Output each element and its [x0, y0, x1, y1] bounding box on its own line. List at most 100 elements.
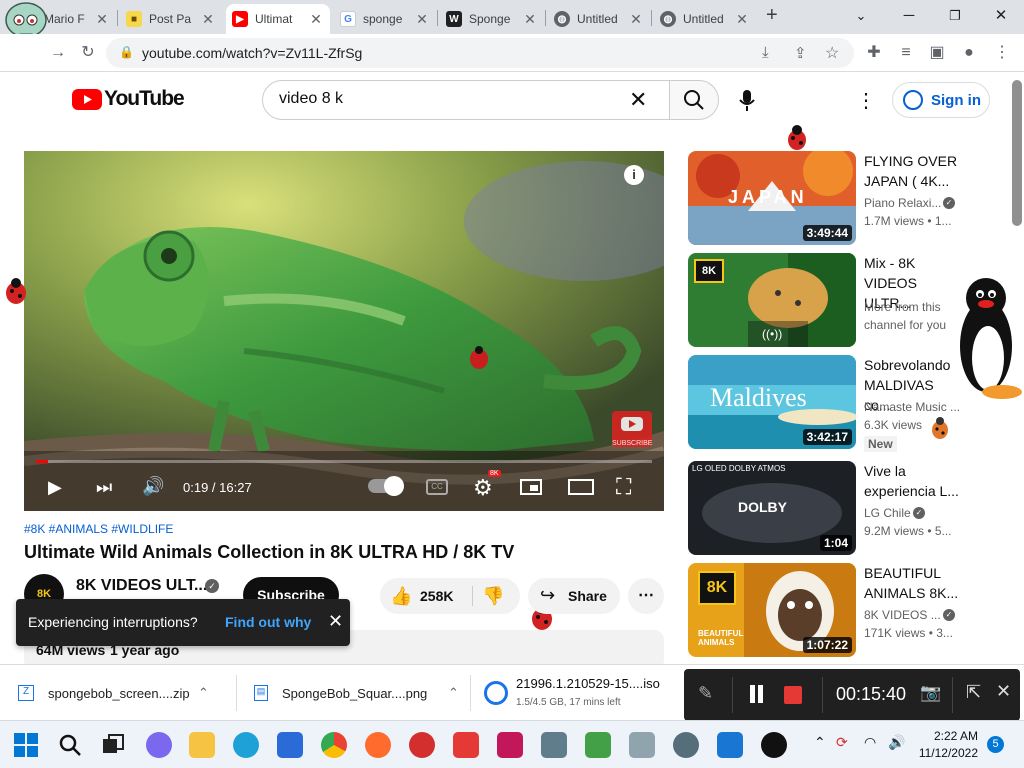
settings-menu-icon[interactable]: ⋮ [856, 88, 876, 113]
next-icon[interactable]: ⏭ [96, 477, 112, 498]
channel-name[interactable]: 8K VIDEOS ULT... [76, 577, 207, 595]
recommendation-item[interactable]: Maldives 3:42:17 Sobrevolando MALDIVAS c… [688, 355, 988, 452]
photos-app-icon[interactable] [629, 732, 655, 758]
forward-icon[interactable]: → [46, 41, 70, 65]
progress-bar[interactable] [36, 460, 652, 463]
dismiss-toast-icon[interactable]: ✕ [328, 611, 343, 632]
profile-icon[interactable]: ● [957, 41, 981, 65]
voice-search-icon[interactable] [736, 88, 758, 112]
install-icon[interactable]: ⤓ [762, 44, 769, 61]
youtube-logo-text[interactable]: YouTube [104, 87, 185, 111]
clock-time[interactable]: 2:22 AM [924, 729, 978, 743]
recommendation-item[interactable]: 8K ((•)) Mix - 8K VIDEOS ULTR... More fr… [688, 253, 988, 347]
share-page-icon[interactable]: ⇪ [794, 44, 807, 62]
extensions-icon[interactable]: ✚ [862, 41, 886, 65]
tray-overflow-icon[interactable]: ⌃ [814, 734, 826, 751]
thumbnail[interactable]: LG OLED DOLBY ATMOS DOLBY 1:04 [688, 461, 856, 555]
thumbnail[interactable]: 8K BEAUTIFUL ANIMALS 1:07:22 [688, 563, 856, 657]
new-tab-icon[interactable]: + [766, 4, 778, 27]
stop-record-icon[interactable] [784, 686, 802, 704]
tab-search-icon[interactable]: ⌄ [838, 0, 884, 32]
tray-wifi-icon[interactable]: ◠ [864, 734, 876, 751]
download-item[interactable]: ▤ SpongeBob_Squar....png ⌃ [254, 665, 470, 721]
recommendation-item[interactable]: JAPAN 3:49:44 FLYING OVER JAPAN ( 4K... … [688, 151, 988, 245]
edge-icon[interactable] [233, 732, 259, 758]
tab-sponge-google[interactable]: G sponge ✕ [334, 4, 436, 34]
settings-icon[interactable] [673, 732, 699, 758]
firefox-icon[interactable] [365, 732, 391, 758]
thumbnail[interactable]: JAPAN 3:49:44 [688, 151, 856, 245]
download-name[interactable]: 21996.1.210529-15....iso [516, 676, 660, 691]
bookmark-star-icon[interactable]: ☆ [825, 43, 839, 63]
play-icon[interactable]: ▶ [48, 477, 62, 498]
pen-icon[interactable]: ✎ [698, 683, 713, 704]
notification-badge[interactable]: 5 [987, 736, 1004, 753]
close-tab-icon[interactable]: ✕ [628, 11, 644, 27]
close-recorder-icon[interactable]: ✕ [996, 681, 1011, 702]
find-out-why-link[interactable]: Find out why [225, 614, 311, 630]
like-count[interactable]: 258K [420, 588, 453, 604]
tray-volume-icon[interactable]: 🔊 [888, 734, 905, 751]
tab-post-pa[interactable]: ■ Post Pa ✕ [120, 4, 222, 34]
reload-icon[interactable]: ↻ [76, 41, 100, 65]
recorder-app-icon[interactable] [453, 732, 479, 758]
clock-date[interactable]: 11/12/2022 [918, 746, 978, 760]
file-explorer-icon[interactable] [189, 732, 215, 758]
autoplay-toggle[interactable] [368, 476, 404, 496]
maximize-icon[interactable]: ❐ [932, 0, 978, 32]
tray-sync-icon[interactable]: ⟳ [836, 734, 848, 751]
store-icon[interactable] [277, 732, 303, 758]
video-player[interactable]: i SUBSCRIBE ▶ ⏭ 🔊 0:19 / 16:27 CC ⚙ 8K ⛶ [24, 151, 664, 511]
close-tab-icon[interactable]: ✕ [94, 11, 110, 27]
docs-app-icon[interactable] [585, 732, 611, 758]
recommendation-item[interactable]: 8K BEAUTIFUL ANIMALS 1:07:22 BEAUTIFUL A… [688, 563, 988, 657]
close-window-icon[interactable]: ✕ [978, 0, 1024, 32]
chrome-icon[interactable] [321, 732, 347, 758]
more-actions-icon[interactable]: ⋯ [628, 578, 664, 614]
chat-icon[interactable] [146, 732, 172, 758]
search-input[interactable]: video 8 k ✕ [262, 80, 670, 120]
dislike-icon[interactable]: 👎 [482, 586, 504, 607]
video-hashtags[interactable]: #8K #ANIMALS #WILDLIFE [24, 522, 173, 536]
task-view-icon[interactable] [100, 732, 126, 758]
media-app-icon[interactable] [497, 732, 523, 758]
pingu-app-icon[interactable] [761, 732, 787, 758]
download-menu-chevron-icon[interactable]: ⌃ [448, 685, 459, 701]
thumbnail[interactable]: 8K ((•)) [688, 253, 856, 347]
close-tab-icon[interactable]: ✕ [414, 11, 430, 27]
theater-mode-icon[interactable] [568, 479, 594, 495]
edit-recording-icon[interactable]: ⇱ [966, 682, 981, 703]
media-control-icon[interactable]: ≡ [894, 41, 918, 65]
tab-untitled-2[interactable]: ◍ Untitled ✕ [654, 4, 756, 34]
info-icon[interactable]: i [624, 165, 644, 185]
start-icon[interactable] [13, 732, 39, 758]
tab-sponge-wiki[interactable]: W Sponge ✕ [440, 4, 544, 34]
side-panel-icon[interactable]: ▣ [925, 41, 949, 65]
download-menu-chevron-icon[interactable]: ⌃ [198, 685, 209, 701]
volume-icon[interactable]: 🔊 [142, 476, 164, 497]
fullscreen-icon[interactable]: ⛶ [616, 474, 631, 500]
screenshot-camera-icon[interactable]: 📷 [920, 683, 941, 703]
close-tab-icon[interactable]: ✕ [308, 11, 324, 27]
clear-search-icon[interactable]: ✕ [629, 87, 647, 113]
pause-icon[interactable] [750, 685, 755, 703]
minimize-icon[interactable]: ─ [886, 0, 932, 32]
youtube-logo-icon[interactable] [72, 89, 102, 110]
search-button[interactable] [669, 80, 719, 120]
page-scrollbar-thumb[interactable] [1012, 80, 1022, 226]
share-button[interactable]: ↪ Share [528, 578, 620, 614]
tab-untitled-1[interactable]: ◍ Untitled ✕ [548, 4, 650, 34]
download-item[interactable]: Z spongebob_screen....zip ⌃ [18, 665, 236, 721]
address-bar[interactable]: 🔒 youtube.com/watch?v=Zv11L-ZfrSg ⤓ ⇪ ☆ [106, 38, 854, 68]
thumbnail[interactable]: Maldives 3:42:17 [688, 355, 856, 449]
close-tab-icon[interactable]: ✕ [734, 11, 750, 27]
settings-gear-icon[interactable]: ⚙ [473, 475, 493, 501]
tab-ultimate[interactable]: ▶ Ultimat ✕ [226, 4, 330, 34]
mail-icon[interactable] [717, 732, 743, 758]
game-app-icon[interactable] [409, 732, 435, 758]
captions-icon[interactable]: CC [426, 479, 448, 495]
chrome-menu-icon[interactable]: ⋮ [990, 41, 1014, 65]
tools-app-icon[interactable] [541, 732, 567, 758]
subscribe-watermark[interactable]: SUBSCRIBE [612, 411, 652, 447]
search-icon[interactable] [57, 732, 83, 758]
